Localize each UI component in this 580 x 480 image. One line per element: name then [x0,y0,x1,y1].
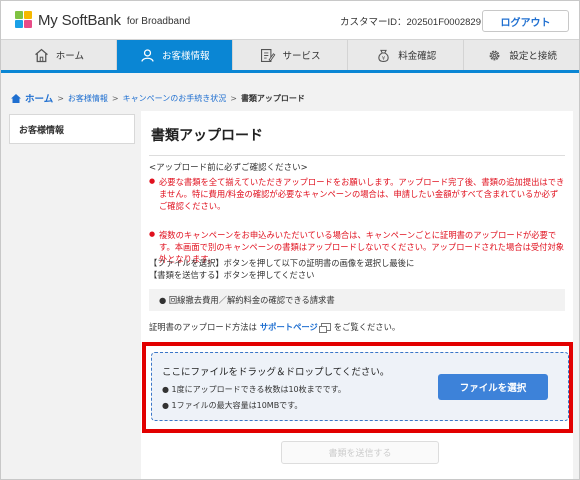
customer-id: カスタマーID：202501F0002829 [340,17,481,28]
file-drop-zone[interactable]: ここにファイルをドラッグ＆ドロップしてください。 ● 1度にアップロードできる枚… [151,352,569,421]
nav-settings[interactable]: 設定と接続 [464,40,579,70]
logo-subtext: for Broadband [126,16,191,27]
gear-icon [489,50,500,60]
nav-label: 設定と接続 [509,51,557,62]
notice-heading: <アップロード前に必ずご確認ください> [149,163,308,173]
warning-note: 必要な書類を全て揃えていただきアップロードをお願いします。アップロード完了後、書… [149,176,565,212]
home-icon [11,93,21,103]
money-bag-icon: ¥ [378,49,389,62]
breadcrumb-campaign-status[interactable]: キャンペーンのお手続き状況 [123,93,227,104]
drop-title: ここにファイルをドラッグ＆ドロップしてください。 [162,367,390,378]
logout-button[interactable]: ログアウト [482,10,569,32]
instructions: 【ファイルを選択】ボタンを押して以下の証明書の画像を選択し最後に 【書類を送信す… [149,257,414,281]
drop-rule: ● 1度にアップロードできる枚数は10枚までです。 [162,385,346,394]
main-nav: ホーム お客様情報 サービス ¥ 料金確認 設定と接続 [1,39,579,73]
support-page-link[interactable]: サポートページ [260,321,318,333]
drop-rule: ● 1ファイルの最大容量は10MBです。 [162,401,303,410]
house-icon [34,48,48,62]
edit-icon [261,48,276,62]
main-content: 書類アップロード <アップロード前に必ずご確認ください> 必要な書類を全て揃えて… [141,111,573,479]
nav-label: ホーム [55,51,84,62]
submit-documents-button[interactable]: 書類を送信する [281,441,439,464]
instruction-line: 【書類を送信する】ボタンを押してください [149,270,315,281]
nav-customer-info[interactable]: お客様情報 [116,40,233,70]
breadcrumb-separator: > [57,93,64,103]
breadcrumb-home[interactable]: ホーム [25,91,53,105]
upload-method-note: 証明書のアップロード方法は サポートページ をご覧ください。 [149,321,400,333]
logo-text: My SoftBank [38,11,121,29]
page-title: 書類アップロード [151,128,263,144]
header: My SoftBank for Broadband カスタマーID：202501… [1,1,579,39]
breadcrumb-current: 書類アップロード [240,93,305,103]
instruction-line: 【ファイルを選択】ボタンを押して以下の証明書の画像を選択し最後に [149,258,415,268]
sidebar-item-customer-info[interactable]: お客様情報 [9,114,135,144]
person-icon [141,48,154,62]
breadcrumb-separator: > [111,93,119,103]
nav-label: 料金確認 [398,51,437,62]
title-divider [149,155,565,156]
method-text: をご覧ください。 [333,322,401,332]
breadcrumb: ホーム > お客様情報 > キャンペーンのお手続き状況 > 書類アップロード [11,91,305,105]
nav-home[interactable]: ホーム [1,40,117,70]
softbank-logo-icon [15,11,33,29]
nav-label: お客様情報 [161,51,210,62]
required-document: ● 回線撤去費用／解約料金の確認できる請求書 [149,289,565,311]
nav-service[interactable]: サービス [233,40,349,70]
breadcrumb-customer-info[interactable]: お客様情報 [68,93,108,104]
external-link-icon [318,323,331,333]
nav-billing[interactable]: ¥ 料金確認 [348,40,465,70]
breadcrumb-separator: > [230,93,237,103]
logo[interactable]: My SoftBank for Broadband [15,11,190,29]
choose-file-button[interactable]: ファイルを選択 [438,374,548,400]
nav-label: サービス [282,51,321,62]
method-text: 証明書のアップロード方法は [149,322,257,332]
